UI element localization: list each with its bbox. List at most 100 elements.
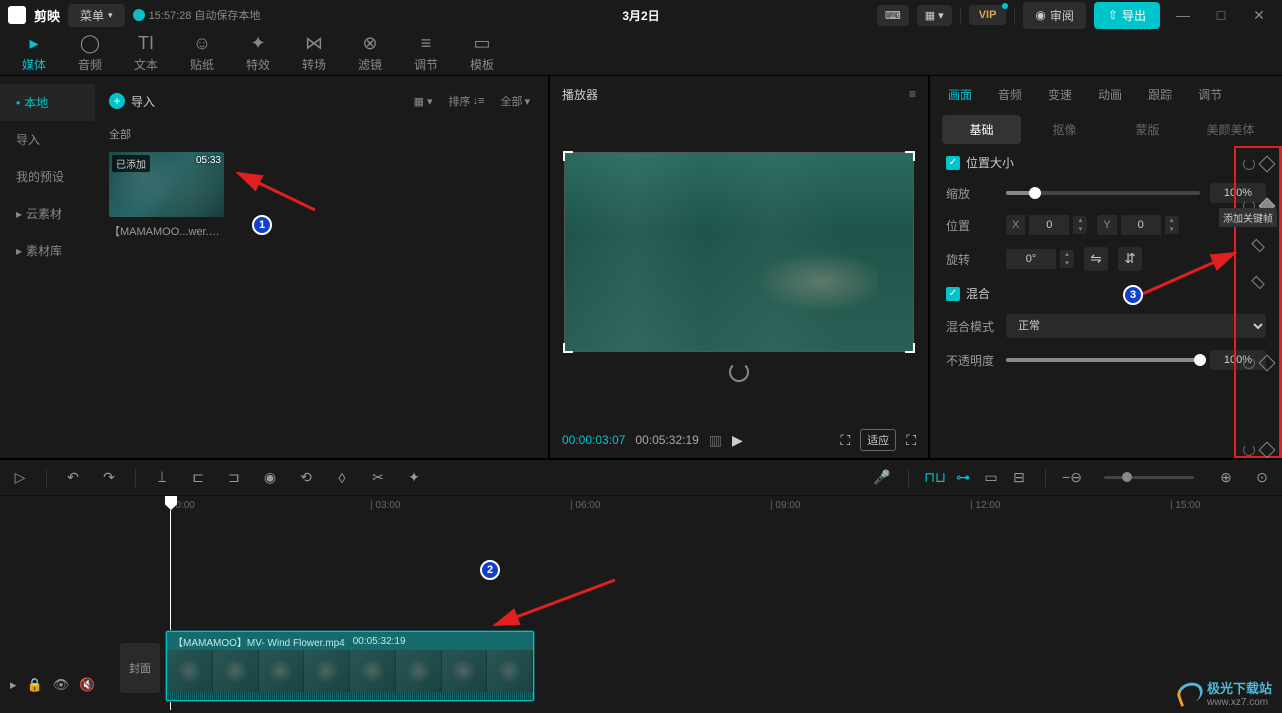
- view-grid-button[interactable]: ▦ ▾: [410, 91, 437, 111]
- timeline-ruler[interactable]: | 0:00 | 03:00 | 06:00 | 09:00 | 12:00 |…: [0, 496, 1282, 518]
- tab-audio[interactable]: ◯音频: [64, 29, 116, 77]
- review-icon: ◉: [1035, 8, 1045, 22]
- position-x-input[interactable]: X▴▾: [1006, 215, 1087, 235]
- tab-transition[interactable]: ⋈转场: [288, 29, 340, 77]
- flip-v-button[interactable]: ⇵: [1118, 247, 1142, 271]
- import-button[interactable]: +导入: [109, 93, 155, 110]
- properties-panel: 画面 音频 变速 动画 跟踪 调节 基础 抠像 蒙版 美颜美体 ✓位置大小 缩放…: [930, 76, 1282, 458]
- keyboard-icon[interactable]: ⌨: [877, 5, 909, 26]
- subtab-basic[interactable]: 基础: [942, 115, 1021, 144]
- delete-left-tool[interactable]: ⊏: [188, 468, 208, 488]
- section-blend[interactable]: ✓混合: [946, 285, 1266, 302]
- ai-tool[interactable]: ✦: [404, 468, 424, 488]
- video-preview[interactable]: [564, 152, 914, 352]
- track-toggle-button[interactable]: ▸: [10, 677, 17, 693]
- subtab-cutout[interactable]: 抠像: [1025, 115, 1104, 144]
- tab-adjust-prop[interactable]: 调节: [1186, 80, 1234, 109]
- nav-cloud[interactable]: ▸ 云素材: [0, 195, 95, 232]
- checkbox-icon[interactable]: ✓: [946, 287, 960, 301]
- zoom-in-button[interactable]: ⊕: [1216, 468, 1236, 488]
- mic-button[interactable]: 🎤: [872, 468, 892, 488]
- keyframe-button[interactable]: [1258, 156, 1275, 173]
- keyframe-blend-button[interactable]: [1258, 354, 1275, 371]
- media-category-all[interactable]: 全部: [109, 126, 534, 142]
- track-lock-button[interactable]: 🔒: [27, 677, 43, 693]
- tab-template[interactable]: ▭模板: [456, 29, 508, 77]
- delete-right-tool[interactable]: ⊐: [224, 468, 244, 488]
- checkbox-icon[interactable]: ✓: [946, 156, 960, 170]
- preview-button[interactable]: ▭: [981, 468, 1001, 488]
- fit-button[interactable]: 适应: [860, 429, 896, 451]
- maximize-button[interactable]: □: [1206, 5, 1236, 25]
- tab-media[interactable]: ▸媒体: [8, 29, 60, 77]
- close-button[interactable]: ✕: [1244, 5, 1274, 25]
- scale-slider[interactable]: [1006, 191, 1200, 195]
- track-mute-button[interactable]: 🔇: [79, 677, 95, 693]
- magnet-button[interactable]: ⊓⊔: [925, 468, 945, 488]
- clip-filename: 【MAMAMOO...wer.mp4: [109, 223, 224, 239]
- tab-sticker[interactable]: ☺贴纸: [176, 29, 228, 77]
- record-tool[interactable]: ◉: [260, 468, 280, 488]
- subtab-beauty[interactable]: 美颜美体: [1191, 115, 1270, 144]
- tab-effect[interactable]: ✦特效: [232, 29, 284, 77]
- track-button[interactable]: ⊟: [1009, 468, 1029, 488]
- sort-button[interactable]: 排序 ↓≡: [445, 91, 489, 111]
- keyframe-rotation-button[interactable]: [1251, 276, 1265, 290]
- menu-button[interactable]: 菜单 ▾: [68, 4, 125, 27]
- player-menu-icon[interactable]: ≡: [909, 87, 916, 101]
- nav-presets[interactable]: 我的预设: [0, 158, 95, 195]
- tab-text[interactable]: TI文本: [120, 29, 172, 77]
- tab-filter[interactable]: ⊗滤镜: [344, 29, 396, 77]
- nav-library[interactable]: ▸ 素材库: [0, 232, 95, 269]
- tab-speed[interactable]: 变速: [1036, 80, 1084, 109]
- filter-button[interactable]: 全部 ▾: [496, 91, 534, 111]
- subtab-mask[interactable]: 蒙版: [1108, 115, 1187, 144]
- position-y-input[interactable]: Y▴▾: [1097, 215, 1178, 235]
- fullscreen-icon[interactable]: ⛶: [906, 432, 916, 449]
- tab-audio-prop[interactable]: 音频: [986, 80, 1034, 109]
- nav-local[interactable]: • 本地: [0, 84, 95, 121]
- project-name[interactable]: 3月2日: [622, 7, 659, 24]
- keyframe-position-button[interactable]: [1251, 239, 1265, 253]
- keyframe-opacity-button[interactable]: [1258, 441, 1275, 458]
- review-button[interactable]: ◉审阅: [1023, 2, 1086, 29]
- link-button[interactable]: ⊶: [953, 468, 973, 488]
- opacity-slider[interactable]: [1006, 358, 1200, 362]
- rotation-input[interactable]: ▴▾: [1006, 249, 1074, 269]
- reverse-tool[interactable]: ⟲: [296, 468, 316, 488]
- split-tool[interactable]: ⟘: [152, 468, 172, 488]
- play-button[interactable]: ▶: [732, 432, 743, 449]
- mirror-tool[interactable]: ◊: [332, 468, 352, 488]
- blend-mode-select[interactable]: 正常: [1006, 314, 1266, 338]
- tab-animation[interactable]: 动画: [1086, 80, 1134, 109]
- plus-icon: +: [109, 93, 125, 109]
- crop-icon[interactable]: ⛶: [840, 432, 850, 449]
- layout-icon[interactable]: ▦ ▾: [917, 5, 952, 26]
- reset-icon[interactable]: [1243, 444, 1255, 456]
- tab-tracking[interactable]: 跟踪: [1136, 80, 1184, 109]
- select-tool[interactable]: ▷: [10, 468, 30, 488]
- reset-icon[interactable]: [1243, 158, 1255, 170]
- current-time: 00:00:03:07: [562, 433, 625, 447]
- media-clip[interactable]: 已添加 05:33 【MAMAMOO...wer.mp4: [109, 152, 224, 239]
- nav-import[interactable]: 导入: [0, 121, 95, 158]
- crop-tool[interactable]: ✂: [368, 468, 388, 488]
- flip-h-button[interactable]: ⇋: [1084, 247, 1108, 271]
- tab-picture[interactable]: 画面: [936, 80, 984, 109]
- vip-badge[interactable]: VIP: [969, 5, 1007, 25]
- timeline-clip[interactable]: 【MAMAMOO】MV- Wind Flower.mp4 00:05:32:19: [166, 631, 534, 701]
- zoom-out-button[interactable]: −⊖: [1062, 468, 1082, 488]
- minimize-button[interactable]: —: [1168, 5, 1198, 25]
- export-button[interactable]: ⇧导出: [1094, 2, 1160, 29]
- zoom-slider[interactable]: [1104, 476, 1194, 479]
- redo-button[interactable]: ↷: [99, 468, 119, 488]
- ruler-icon[interactable]: ▥: [709, 432, 722, 449]
- tab-adjust[interactable]: ≡调节: [400, 29, 452, 77]
- zoom-fit-button[interactable]: ⊙: [1252, 468, 1272, 488]
- track-visible-button[interactable]: 👁: [53, 677, 70, 693]
- reset-icon[interactable]: [1243, 357, 1255, 369]
- section-position-size[interactable]: ✓位置大小: [946, 154, 1266, 171]
- undo-button[interactable]: ↶: [63, 468, 83, 488]
- media-panel: • 本地 导入 我的预设 ▸ 云素材 ▸ 素材库 +导入 ▦ ▾ 排序 ↓≡ 全…: [0, 76, 550, 458]
- cover-button[interactable]: 封面: [120, 643, 160, 693]
